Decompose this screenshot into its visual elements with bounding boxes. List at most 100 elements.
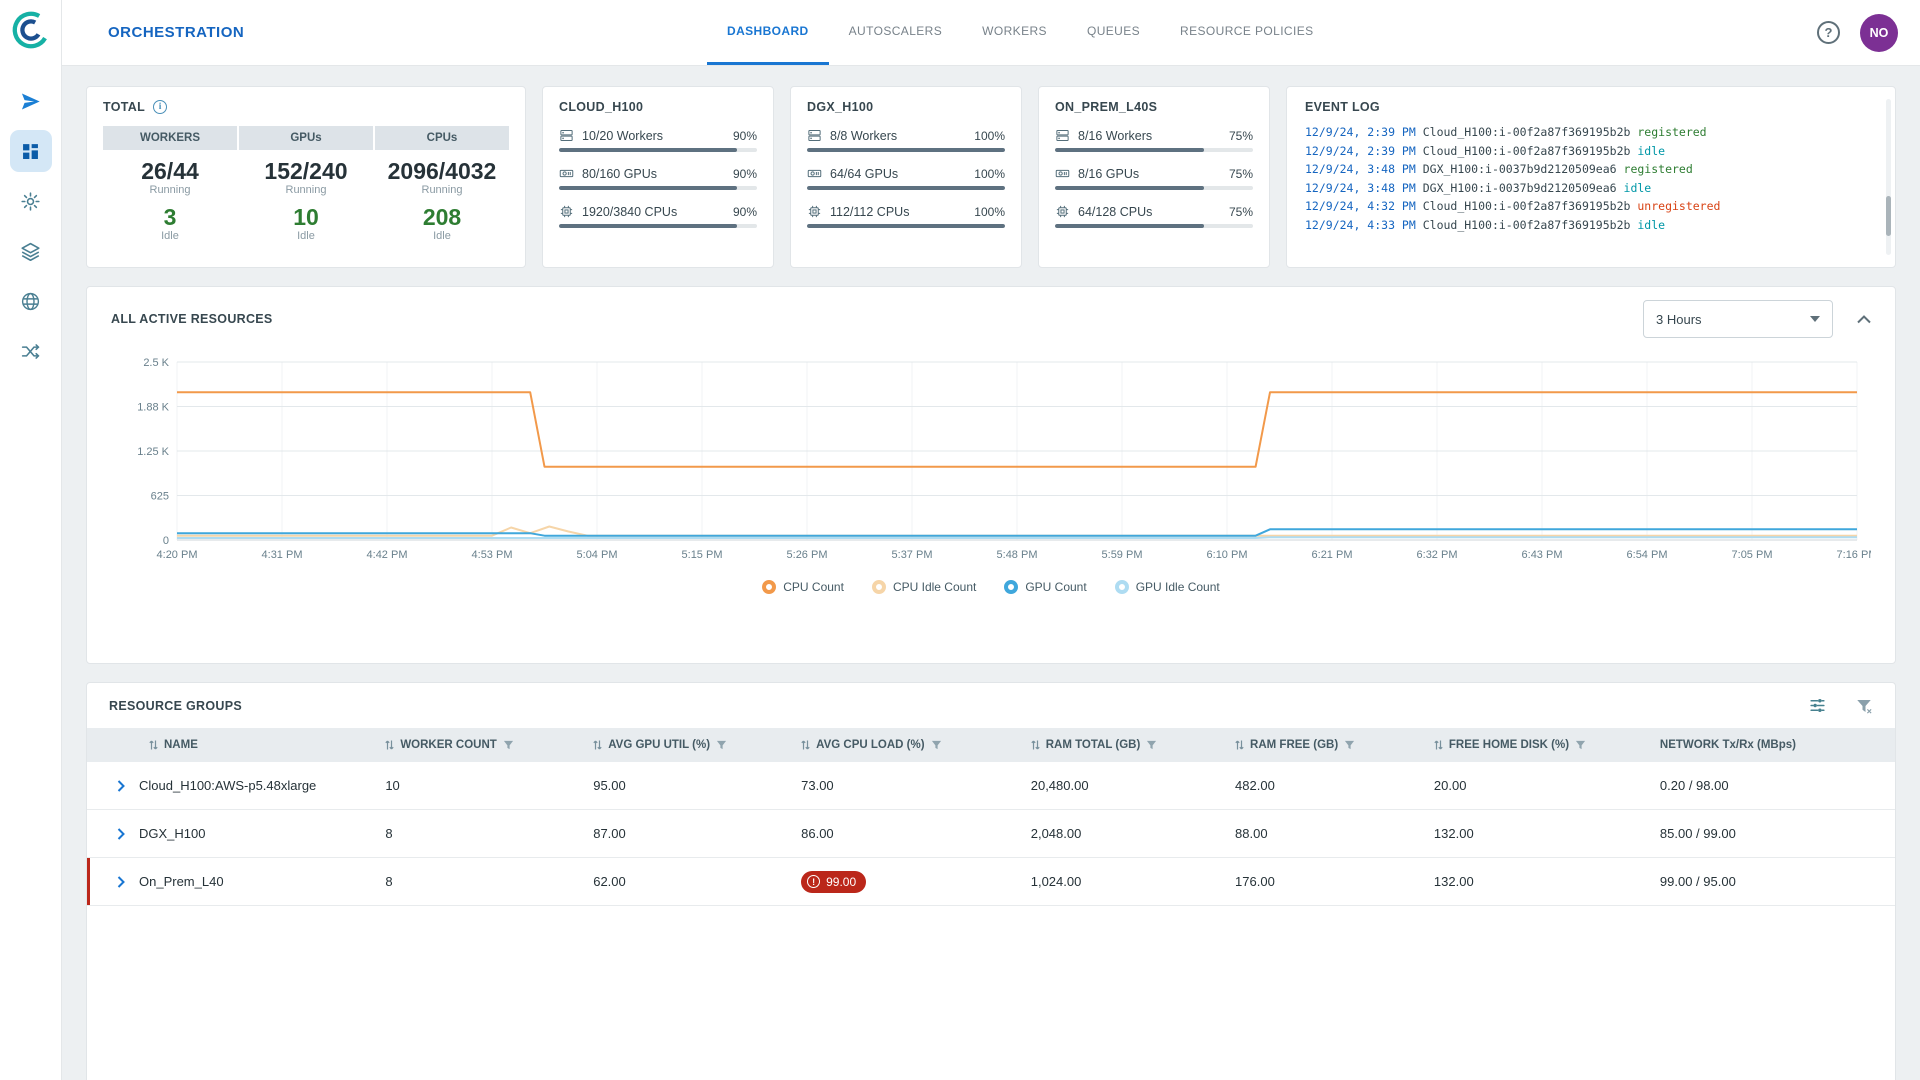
sidebar-item-dashboard[interactable] <box>10 130 52 172</box>
avatar[interactable]: NO <box>1860 14 1898 52</box>
ram-total-cell: 2,048.00 <box>1031 826 1235 841</box>
event-time: 12/9/24, 3:48 PM <box>1305 181 1416 195</box>
svg-text:6:54 PM: 6:54 PM <box>1627 549 1668 561</box>
avg-cpu-load-cell: !99.00 <box>801 871 1031 893</box>
sort-icon <box>1235 739 1244 751</box>
sidebar-nav <box>10 72 52 380</box>
chart-legend: CPU Count CPU Idle Count GPU Count GPU Idle… <box>111 580 1871 594</box>
total-grid: WORKERS 26/44 Running 3 Idle GPUs 152/24… <box>103 126 509 242</box>
total-column: WORKERS 26/44 Running 3 Idle <box>103 126 237 242</box>
expand-chevron-icon[interactable] <box>117 780 125 792</box>
event-time: 12/9/24, 2:39 PM <box>1305 144 1416 158</box>
column-header[interactable]: RAM FREE (GB) <box>1235 739 1434 751</box>
info-icon[interactable]: i <box>153 100 167 114</box>
time-range-select[interactable]: 3 Hours <box>1643 300 1833 338</box>
utilization-bar <box>807 148 1005 152</box>
tab-autoscalers[interactable]: AUTOSCALERS <box>829 0 963 65</box>
utilization-bar <box>1055 186 1253 190</box>
legend-item[interactable]: CPU Idle Count <box>872 580 976 594</box>
column-label: RAM TOTAL (GB) <box>1046 739 1141 751</box>
cluster-stat-percent: 100% <box>974 129 1005 143</box>
sidebar-item-launch[interactable] <box>10 80 52 122</box>
expand-chevron-icon[interactable] <box>117 876 125 888</box>
column-header[interactable]: AVG GPU UTIL (%) <box>593 739 801 751</box>
idle-label: Idle <box>375 230 509 242</box>
help-icon[interactable]: ? <box>1817 21 1840 44</box>
svg-text:5:15 PM: 5:15 PM <box>682 549 723 561</box>
scrollbar-track[interactable] <box>1886 99 1891 255</box>
collapse-panel-button[interactable] <box>1857 315 1871 324</box>
column-header[interactable]: AVG CPU LOAD (%) <box>801 739 1031 751</box>
event-time: 12/9/24, 4:32 PM <box>1305 199 1416 213</box>
cluster-stat-row: 10/20 Workers 90% <box>559 128 757 143</box>
event-status: registered <box>1637 125 1706 139</box>
app-title: ORCHESTRATION <box>108 24 244 41</box>
column-header[interactable]: WORKER COUNT <box>385 739 593 751</box>
column-settings-icon[interactable] <box>1808 696 1827 715</box>
column-header[interactable]: NETWORK Tx/Rx (MBps) <box>1660 739 1895 751</box>
column-header[interactable]: FREE HOME DISK (%) <box>1434 739 1660 751</box>
resource-group-name: DGX_H100 <box>139 826 205 841</box>
legend-label: GPU Idle Count <box>1136 580 1220 594</box>
utilization-bar <box>1055 148 1253 152</box>
cluster-card: ON_PREM_L40S 8/16 Workers 75% 8/16 GPUs … <box>1038 86 1270 268</box>
column-label: AVG GPU UTIL (%) <box>608 739 710 751</box>
ram-free-cell: 482.00 <box>1235 778 1434 793</box>
launch-icon <box>20 91 41 112</box>
idle-count: 10 <box>239 205 373 229</box>
running-label: Running <box>375 184 509 196</box>
event-source: Cloud_H100:i-00f2a87f369195b2b <box>1423 125 1631 139</box>
tab-queues[interactable]: QUEUES <box>1067 0 1160 65</box>
sort-icon <box>801 739 810 751</box>
sidebar-item-clusters[interactable] <box>10 280 52 322</box>
network-cell: 0.20 / 98.00 <box>1660 778 1895 793</box>
resources-chart: 4:20 PM4:31 PM4:42 PM4:53 PM5:04 PM5:15 … <box>111 354 1871 566</box>
running-count: 2096/4032 <box>375 159 509 183</box>
expand-chevron-icon[interactable] <box>117 828 125 840</box>
nav-tabs: DASHBOARDAUTOSCALERSWORKERSQUEUESRESOURC… <box>707 0 1334 65</box>
app-logo-icon[interactable] <box>9 8 53 52</box>
resource-group-row[interactable]: Cloud_H100:AWS-p5.48xlarge 10 95.00 73.0… <box>87 762 1895 810</box>
svg-text:1.88 K: 1.88 K <box>137 402 169 414</box>
column-header[interactable]: RAM TOTAL (GB) <box>1031 739 1235 751</box>
utilization-bar <box>807 224 1005 228</box>
clear-filters-icon[interactable] <box>1855 697 1873 715</box>
cluster-stat-row: 1920/3840 CPUs 90% <box>559 204 757 219</box>
event-status: registered <box>1624 162 1693 176</box>
tab-dashboard[interactable]: DASHBOARD <box>707 0 829 65</box>
resource-group-name: On_Prem_L40 <box>139 874 224 889</box>
sidebar <box>0 0 62 1080</box>
sidebar-item-policies[interactable] <box>10 330 52 372</box>
resource-groups-panel: RESOURCE GROUPS NAMEWORKER COUNTAVG GPU … <box>86 682 1896 1080</box>
resource-group-row[interactable]: DGX_H100 8 87.00 86.00 2,048.00 88.00 13… <box>87 810 1895 858</box>
legend-dot <box>762 580 776 594</box>
app-root: ORCHESTRATION DASHBOARDAUTOSCALERSWORKER… <box>0 0 1920 1080</box>
svg-text:5:59 PM: 5:59 PM <box>1102 549 1143 561</box>
sort-icon <box>1434 739 1443 751</box>
tab-workers[interactable]: WORKERS <box>962 0 1067 65</box>
column-header[interactable]: NAME <box>87 739 385 751</box>
event-source: DGX_H100:i-0037b9d2120509ea6 <box>1423 162 1617 176</box>
legend-item[interactable]: CPU Count <box>762 580 844 594</box>
cluster-stat-text: 8/16 GPUs <box>1078 167 1229 181</box>
scrollbar-thumb[interactable] <box>1886 196 1891 237</box>
legend-item[interactable]: GPU Count <box>1004 580 1086 594</box>
filter-icon <box>716 740 727 751</box>
utilization-bar <box>807 186 1005 190</box>
globe-icon <box>20 291 41 312</box>
event-log-entry: 12/9/24, 3:48 PM DGX_H100:i-0037b9d21205… <box>1305 160 1877 179</box>
cpu-icon <box>559 204 574 219</box>
column-label: AVG CPU LOAD (%) <box>816 739 924 751</box>
resource-group-row[interactable]: On_Prem_L40 8 62.00 !99.00 1,024.00 176.… <box>87 858 1895 906</box>
idle-count: 208 <box>375 205 509 229</box>
gpu-icon <box>559 166 574 181</box>
legend-item[interactable]: GPU Idle Count <box>1115 580 1220 594</box>
sidebar-item-queues[interactable] <box>10 230 52 272</box>
event-log-title: EVENT LOG <box>1305 100 1877 114</box>
sidebar-item-workers[interactable] <box>10 180 52 222</box>
cluster-stat-percent: 90% <box>733 129 757 143</box>
cluster-stat-text: 64/64 GPUs <box>830 167 974 181</box>
svg-text:625: 625 <box>151 491 169 503</box>
tab-resource-policies[interactable]: RESOURCE POLICIES <box>1160 0 1334 65</box>
cluster-stat-row: 64/128 CPUs 75% <box>1055 204 1253 219</box>
